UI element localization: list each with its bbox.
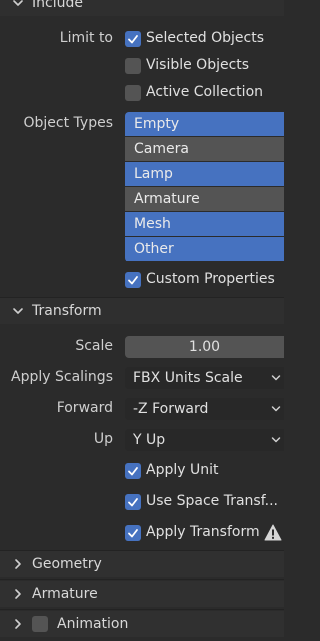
active-collection-checkbox[interactable] — [125, 85, 141, 101]
custom-properties-label[interactable]: Custom Properties — [146, 271, 275, 287]
panel-divider — [0, 579, 284, 580]
forward-value: -Z Forward — [133, 401, 209, 417]
chevron-down-icon — [12, 305, 24, 317]
animation-enable-checkbox[interactable] — [32, 616, 48, 632]
use-space-transform-label[interactable]: Use Space Transf... — [146, 493, 278, 509]
up-dropdown[interactable]: Y Up — [125, 429, 284, 451]
forward-dropdown[interactable]: -Z Forward — [125, 398, 284, 420]
limit-to-label: Limit to — [59, 30, 113, 46]
apply-scalings-value: FBX Units Scale — [133, 370, 243, 386]
selected-objects-checkbox[interactable] — [125, 31, 141, 47]
apply-unit-checkbox[interactable] — [125, 463, 141, 479]
checkmark-icon — [128, 276, 138, 285]
scale-field[interactable]: 1.00 — [125, 336, 284, 358]
dropdown-arrow-icon — [271, 437, 281, 443]
checkmark-icon — [128, 467, 138, 476]
up-value: Y Up — [133, 432, 166, 448]
chevron-right-icon — [12, 618, 24, 630]
apply-scalings-dropdown[interactable]: FBX Units Scale — [125, 367, 284, 389]
apply-transform-label[interactable]: Apply Transform — [146, 524, 260, 540]
transform-panel-header[interactable]: Transform — [0, 298, 284, 324]
visible-objects-checkbox[interactable] — [125, 58, 141, 74]
use-space-transform-checkbox[interactable] — [125, 494, 141, 510]
object-type-lamp[interactable]: Lamp — [125, 162, 284, 187]
checkmark-icon — [128, 529, 138, 538]
object-type-armature[interactable]: Armature — [125, 187, 284, 212]
scale-label: Scale — [75, 338, 113, 354]
chevron-right-icon — [12, 558, 24, 570]
object-type-camera[interactable]: Camera — [125, 137, 284, 162]
warning-icon — [264, 524, 282, 541]
panel-divider — [0, 609, 284, 610]
object-type-empty[interactable]: Empty — [125, 112, 284, 137]
custom-properties-checkbox[interactable] — [125, 272, 141, 288]
up-label: Up — [93, 431, 113, 447]
scale-value: 1.00 — [188, 339, 221, 355]
forward-label: Forward — [56, 400, 113, 416]
apply-unit-label[interactable]: Apply Unit — [146, 462, 218, 478]
dropdown-arrow-icon — [271, 406, 281, 412]
object-type-other[interactable]: Other — [125, 237, 284, 261]
dropdown-arrow-icon — [271, 375, 281, 381]
object-types-label: Object Types — [23, 115, 114, 131]
chevron-right-icon — [12, 588, 24, 600]
chevron-down-icon — [12, 0, 24, 9]
include-panel-title: Include — [32, 0, 83, 11]
animation-panel-header[interactable]: Animation — [0, 611, 284, 637]
selected-objects-label[interactable]: Selected Objects — [146, 30, 264, 46]
include-panel-header[interactable]: Include — [0, 0, 284, 16]
visible-objects-label[interactable]: Visible Objects — [146, 57, 249, 73]
geometry-panel-title: Geometry — [32, 556, 102, 572]
object-type-mesh[interactable]: Mesh — [125, 212, 284, 237]
geometry-panel-header[interactable]: Geometry — [0, 551, 284, 577]
armature-panel-title: Armature — [32, 586, 98, 602]
checkmark-icon — [128, 35, 138, 44]
transform-panel-title: Transform — [32, 303, 102, 319]
active-collection-label[interactable]: Active Collection — [146, 84, 263, 100]
animation-panel-title: Animation — [57, 616, 129, 632]
checkmark-icon — [128, 498, 138, 507]
apply-scalings-label: Apply Scalings — [11, 369, 113, 385]
apply-transform-checkbox[interactable] — [125, 525, 141, 541]
object-types-list: Empty Camera Lamp Armature Mesh Other — [125, 112, 284, 262]
armature-panel-header[interactable]: Armature — [0, 581, 284, 607]
